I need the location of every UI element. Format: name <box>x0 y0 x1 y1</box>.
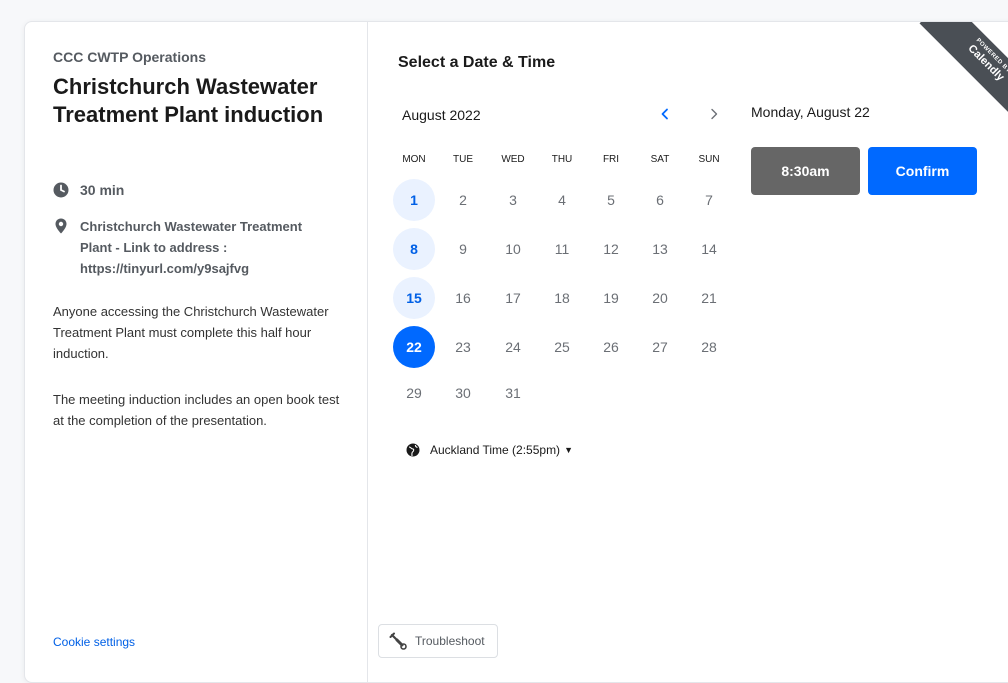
event-details-panel: CCC CWTP Operations Christchurch Wastewa… <box>25 22 368 682</box>
weekday-mon: MON <box>402 154 426 165</box>
calendar-day-6: 6 <box>656 192 664 208</box>
chevron-right-icon <box>711 108 718 120</box>
month-label: August 2022 <box>402 107 481 123</box>
calendar-day-20: 20 <box>652 290 668 306</box>
calendar-day-28: 28 <box>701 339 717 355</box>
weekday-wed: WED <box>501 154 525 165</box>
event-title: Christchurch Wastewater Treatment Plant … <box>53 74 324 127</box>
next-month-button[interactable] <box>702 102 726 126</box>
confirm-button[interactable]: Confirm <box>868 147 977 195</box>
calendar-day-7: 7 <box>705 192 713 208</box>
calendar-day-1[interactable]: 1 <box>393 179 435 221</box>
caret-down-icon: ▼ <box>564 445 573 455</box>
weekday-tue: TUE <box>453 154 473 165</box>
chevron-left-icon <box>661 108 668 120</box>
time-slot-button[interactable]: 8:30am <box>751 147 860 195</box>
weekday-sun: SUN <box>698 154 720 165</box>
weekday-fri: FRI <box>602 154 620 165</box>
calendar-day-16: 16 <box>455 290 471 306</box>
duration-row: 30 min <box>53 182 124 198</box>
brand-name: Calendly <box>965 42 1007 84</box>
description-paragraph-2: The meeting induction includes an open b… <box>53 392 340 428</box>
selected-date-label: Monday, August 22 <box>751 104 870 120</box>
clock-icon <box>53 182 69 198</box>
calendar-day-30: 30 <box>455 385 471 401</box>
calendar-day-31: 31 <box>505 385 521 401</box>
timezone-label: Auckland Time (2:55pm) <box>430 443 561 457</box>
powered-by-badge[interactable]: POWERED BY Calendly <box>915 22 1008 132</box>
location-text: Christchurch Wastewater Treatment Plant … <box>80 219 303 276</box>
weekday-thu: THU <box>551 154 573 165</box>
calendar-day-21: 21 <box>701 290 717 306</box>
powered-by-ribbon: POWERED BY Calendly <box>919 22 1008 130</box>
calendar-day-22[interactable]: 22 <box>393 326 435 368</box>
calendar-day-27: 27 <box>652 339 668 355</box>
calendar-day-18: 18 <box>554 290 570 306</box>
calendar-day-11: 11 <box>554 241 570 257</box>
location-row: Christchurch Wastewater Treatment Plant … <box>53 216 333 279</box>
calendar-day-29: 29 <box>406 385 422 401</box>
calendar-heading: Select a Date & Time <box>398 54 556 71</box>
calendar-day-13: 13 <box>652 241 668 257</box>
weekday-sat: SAT <box>650 154 670 165</box>
scheduling-card: CCC CWTP Operations Christchurch Wastewa… <box>24 21 1008 683</box>
description-paragraph-1: Anyone accessing the Christchurch Wastew… <box>53 304 329 361</box>
calendar-day-5: 5 <box>607 192 615 208</box>
duration-text: 30 min <box>80 182 125 198</box>
calendar-day-25: 25 <box>554 339 570 355</box>
timezone-selector[interactable]: Auckland Time (2:55pm) ▼ <box>406 443 573 457</box>
troubleshoot-label: Troubleshoot <box>415 634 485 648</box>
globe-icon <box>406 443 420 457</box>
calendar-day-3: 3 <box>509 192 517 208</box>
troubleshoot-button[interactable]: Troubleshoot <box>378 624 498 658</box>
wrench-icon <box>389 632 407 650</box>
calendar-day-23: 23 <box>455 339 471 355</box>
calendar-day-9: 9 <box>459 241 467 257</box>
calendar-day-12: 12 <box>603 241 619 257</box>
cookie-settings-link[interactable]: Cookie settings <box>53 635 135 649</box>
calendar-day-8[interactable]: 8 <box>393 228 435 270</box>
map-pin-icon <box>55 218 67 234</box>
organization-name: CCC CWTP Operations <box>53 49 206 65</box>
previous-month-button[interactable] <box>653 102 677 126</box>
calendar-day-2: 2 <box>459 192 467 208</box>
calendar-day-19: 19 <box>603 290 619 306</box>
calendar-day-24: 24 <box>505 339 521 355</box>
calendar-day-15[interactable]: 15 <box>393 277 435 319</box>
calendar-day-10: 10 <box>505 241 521 257</box>
calendar-day-26: 26 <box>603 339 619 355</box>
calendar-day-17: 17 <box>505 290 521 306</box>
calendar-day-4: 4 <box>558 192 566 208</box>
calendar-day-14: 14 <box>701 241 717 257</box>
